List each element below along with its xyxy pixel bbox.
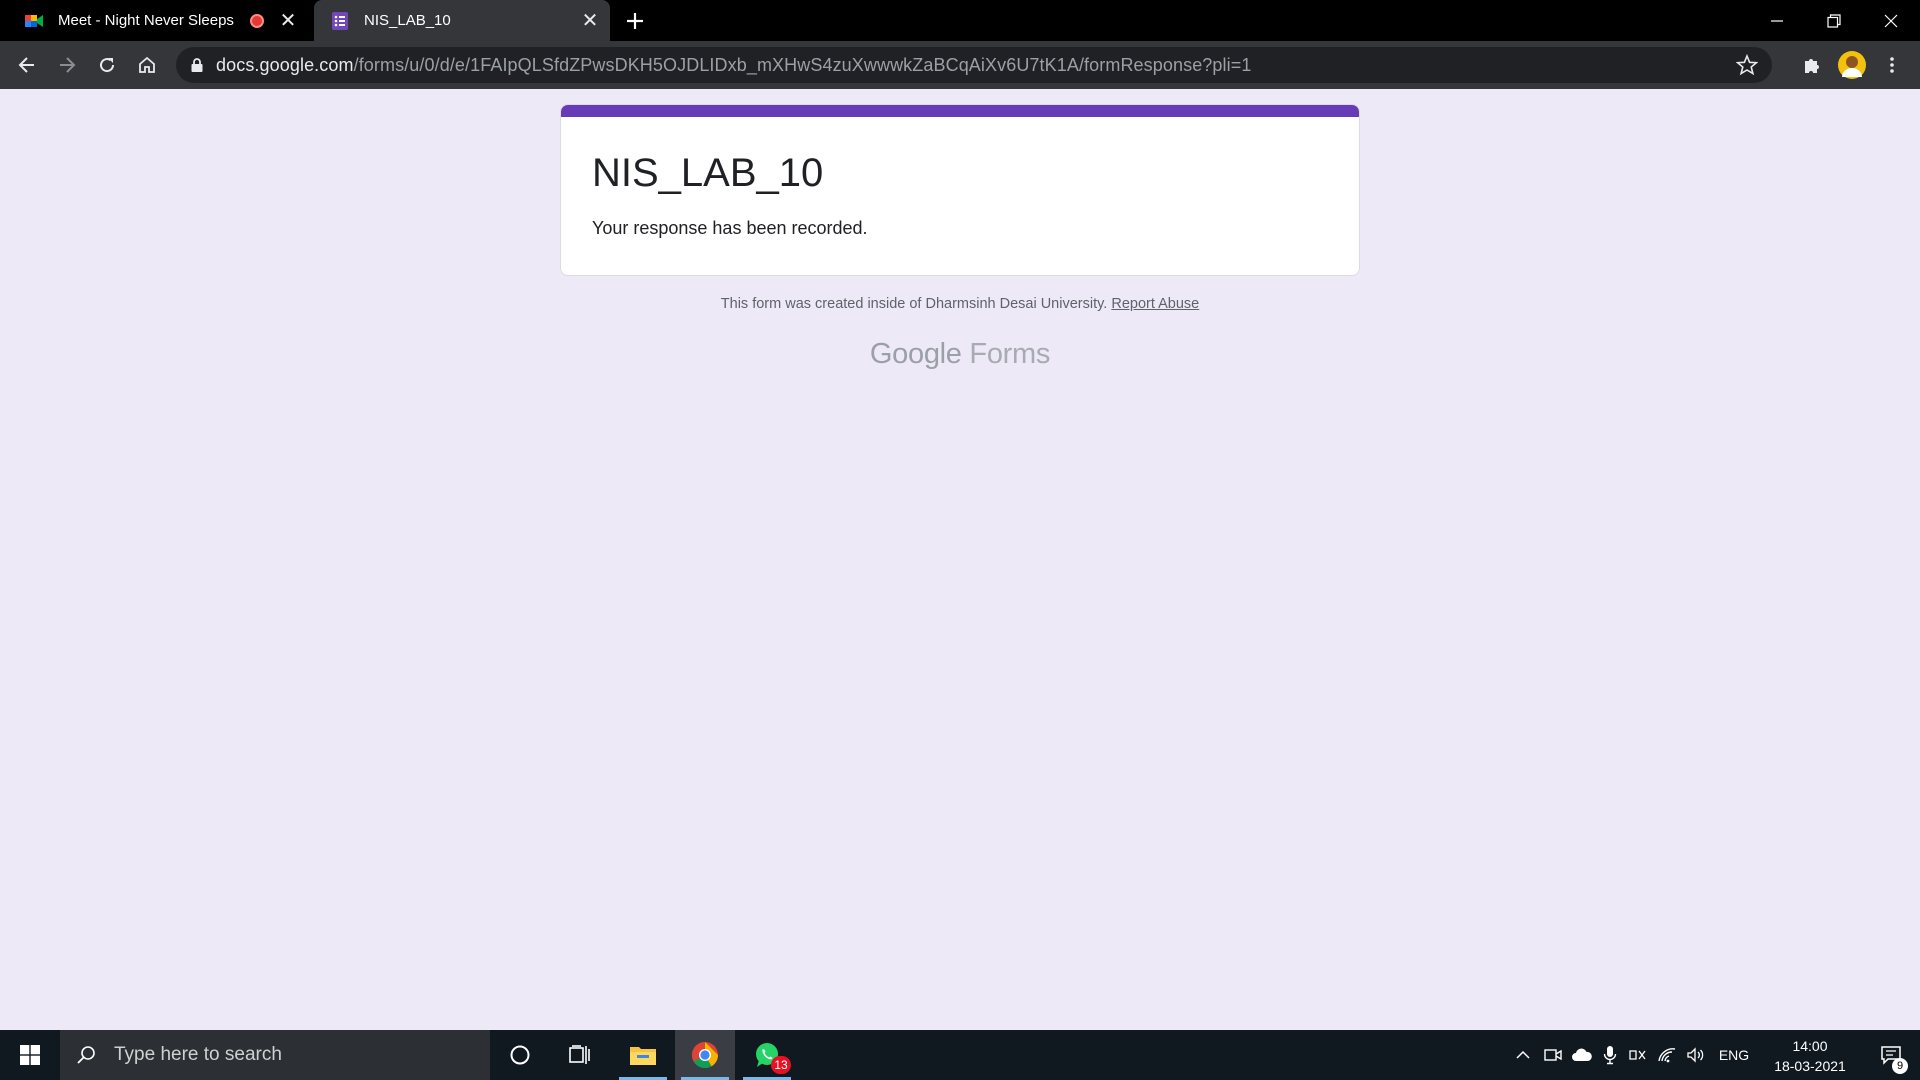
taskbar-search-box[interactable]: Type here to search: [60, 1030, 490, 1080]
tab-meet[interactable]: Meet - Night Never Sleeps ✕: [8, 0, 308, 41]
wifi-tray-button[interactable]: [1653, 1030, 1681, 1080]
microphone-tray-button[interactable]: [1597, 1030, 1623, 1080]
search-placeholder: Type here to search: [114, 1044, 282, 1065]
new-tab-button[interactable]: [620, 6, 650, 36]
recording-icon: [250, 13, 264, 28]
page-content: NIS_LAB_10 Your response has been record…: [0, 89, 1920, 1030]
puzzle-piece-icon: [1805, 59, 1819, 73]
reload-button[interactable]: [91, 49, 123, 81]
language-text: ENG: [1718, 1047, 1750, 1063]
task-view-button[interactable]: [550, 1030, 610, 1080]
reload-icon: [100, 58, 115, 73]
form-card: NIS_LAB_10 Your response has been record…: [560, 104, 1360, 276]
url-host: docs.google.com: [216, 54, 354, 75]
speaker-icon: [1687, 1047, 1704, 1063]
form-title: NIS_LAB_10: [592, 151, 824, 195]
arrow-left-icon: [18, 57, 34, 73]
profile-button[interactable]: [1836, 49, 1868, 81]
home-button[interactable]: [131, 49, 163, 81]
extensions-button[interactable]: [1796, 49, 1828, 81]
avatar: [1838, 51, 1866, 79]
report-abuse-link[interactable]: Report Abuse: [1111, 296, 1199, 312]
browser-toolbar: docs.google.com/forms/u/0/d/e/1FAIpQLSfd…: [0, 41, 1920, 89]
search-icon: [77, 1046, 95, 1064]
home-icon: [139, 56, 155, 73]
lock-icon: [191, 58, 203, 72]
bookmark-star-icon[interactable]: [1736, 54, 1758, 76]
chrome-icon: [691, 1041, 719, 1069]
show-hidden-icons-button[interactable]: [1508, 1030, 1538, 1080]
volume-tray-button[interactable]: [1682, 1030, 1710, 1080]
confirmation-message: Your response has been recorded.: [592, 218, 868, 238]
onedrive-tray-button[interactable]: [1568, 1030, 1596, 1080]
file-explorer-button[interactable]: [613, 1030, 673, 1080]
microphone-icon: [1603, 1046, 1617, 1065]
chevron-up-icon: [1516, 1050, 1530, 1059]
address-bar[interactable]: docs.google.com/forms/u/0/d/e/1FAIpQLSfd…: [176, 47, 1772, 83]
ethernet-tray-button[interactable]: [1624, 1030, 1652, 1080]
chrome-button[interactable]: [675, 1030, 735, 1080]
logo-google-text: Google: [869, 338, 962, 370]
close-tab-icon[interactable]: ✕: [278, 10, 298, 32]
google-forms-logo[interactable]: Google Forms: [0, 338, 1920, 371]
notification-count-badge: 9: [1892, 1058, 1908, 1074]
browser-menu-button[interactable]: [1876, 49, 1908, 81]
back-button[interactable]: [11, 49, 43, 81]
forward-button[interactable]: [51, 49, 83, 81]
camera-icon: [1544, 1049, 1562, 1061]
whatsapp-unread-badge: 13: [771, 1056, 791, 1074]
task-view-icon: [569, 1045, 590, 1064]
language-indicator[interactable]: ENG: [1712, 1030, 1756, 1080]
folder-icon: [630, 1047, 656, 1065]
action-center-button[interactable]: 9: [1862, 1030, 1920, 1080]
restore-icon: [1827, 13, 1841, 28]
tab-title: NIS_LAB_10: [364, 12, 451, 29]
restore-button[interactable]: [1805, 0, 1863, 41]
start-button[interactable]: [0, 1030, 60, 1080]
taskbar: Type here to search 13 ENG 14:00 18-03-2…: [0, 1030, 1920, 1080]
url-text: docs.google.com/forms/u/0/d/e/1FAIpQLSfd…: [216, 55, 1251, 76]
more-vertical-icon: [1890, 57, 1894, 73]
cloud-icon: [1572, 1048, 1592, 1061]
arrow-right-icon: [60, 57, 76, 73]
cortana-circle-icon: [510, 1045, 530, 1065]
taskbar-clock[interactable]: 14:00 18-03-2021: [1760, 1036, 1860, 1076]
wifi-icon: [1658, 1048, 1676, 1063]
form-accent-bar: [561, 105, 1359, 117]
camera-tray-button[interactable]: [1539, 1030, 1567, 1080]
close-window-button[interactable]: [1862, 0, 1920, 41]
network-disconnected-icon: [1629, 1050, 1646, 1060]
close-tab-icon[interactable]: ✕: [580, 10, 600, 32]
google-meet-icon: [25, 14, 43, 27]
whatsapp-button[interactable]: 13: [737, 1030, 797, 1080]
form-footer: This form was created inside of Dharmsin…: [0, 296, 1920, 312]
minimize-button[interactable]: [1748, 0, 1806, 41]
url-path: /forms/u/0/d/e/1FAIpQLSfdZPwsDKH5OJDLIDx…: [353, 54, 1252, 75]
tab-nis-lab[interactable]: NIS_LAB_10 ✕: [314, 0, 610, 41]
plus-icon: [627, 13, 643, 29]
minimize-icon: [1771, 19, 1783, 22]
windows-logo-icon: [20, 1045, 40, 1065]
close-icon: [1884, 14, 1898, 27]
footer-text: This form was created inside of Dharmsin…: [720, 296, 1108, 312]
logo-forms-text: Forms: [969, 338, 1051, 370]
clock-date: 18-03-2021: [1774, 1058, 1846, 1074]
clock-time: 14:00: [1792, 1038, 1828, 1054]
tab-strip: Meet - Night Never Sleeps ✕ NIS_LAB_10 ✕: [0, 0, 1920, 41]
cortana-button[interactable]: [490, 1030, 550, 1080]
tab-title: Meet - Night Never Sleeps: [58, 12, 234, 29]
google-forms-icon: [332, 11, 348, 30]
